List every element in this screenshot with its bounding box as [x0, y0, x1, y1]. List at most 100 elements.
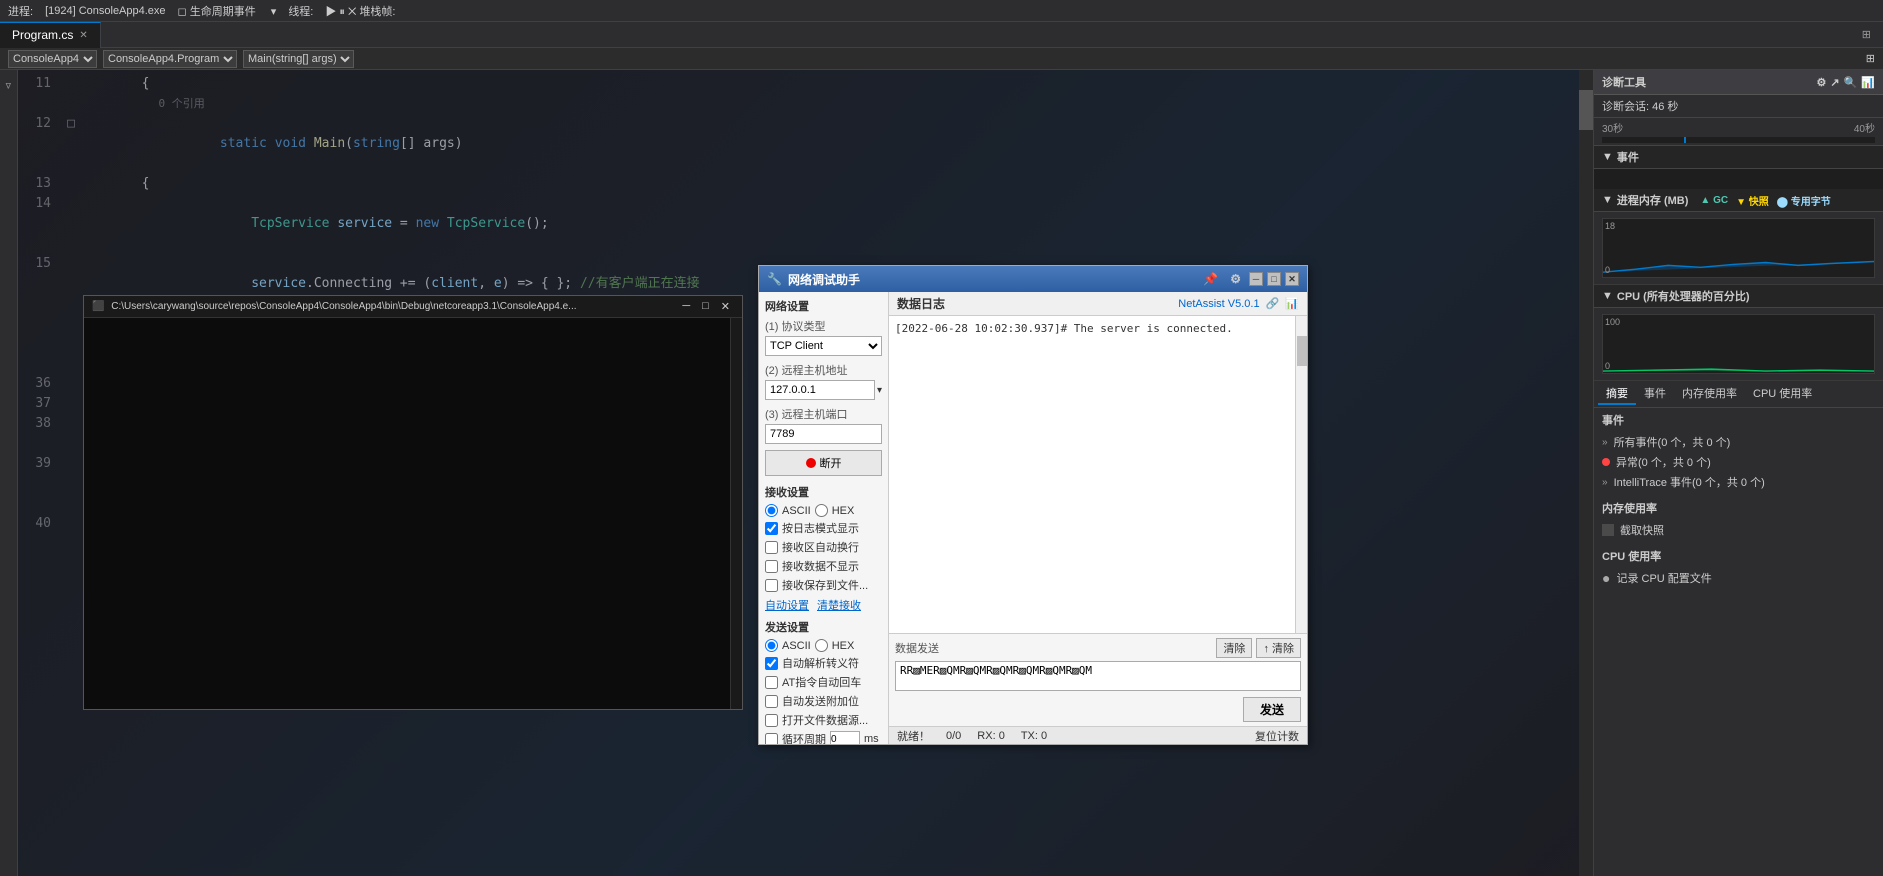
- diag-title: 诊断工具: [1602, 74, 1646, 90]
- na-settings-panel: 网络设置 (1) 协议类型 TCP Client (2) 远程主机地址 ▾ (3…: [759, 292, 889, 744]
- na-log-scrollbar[interactable]: [1295, 316, 1307, 633]
- memory-chart: 18 0: [1602, 218, 1875, 278]
- na-clear-btn2[interactable]: ↑ 清除: [1256, 638, 1301, 658]
- diag-tab-events[interactable]: 事件: [1636, 383, 1674, 405]
- events-section-title: 事件: [1602, 412, 1875, 428]
- na-auto-add-check[interactable]: [765, 695, 778, 708]
- na-auto-scroll-check[interactable]: [765, 541, 778, 554]
- na-connect-btn[interactable]: 断开: [765, 450, 882, 476]
- scroll-nav-icon[interactable]: ⊞: [1862, 28, 1871, 41]
- memory-chart-section: 18 0: [1594, 212, 1883, 285]
- scrollbar-thumb[interactable]: [1579, 90, 1593, 130]
- snapshot-label: ▼ 快照: [1736, 193, 1769, 208]
- console-minimize-btn[interactable]: ─: [678, 300, 694, 313]
- na-network-settings-title: 网络设置: [765, 298, 882, 314]
- na-send-hex-radio[interactable]: [815, 639, 828, 652]
- tab-bar: Program.cs ✕ ⊞: [0, 22, 1883, 48]
- na-clear-btn[interactable]: 清除: [1216, 638, 1252, 658]
- diag-session: 诊断会话: 46 秒: [1594, 95, 1883, 118]
- cpu-summary-section: CPU 使用率 ● 记录 CPU 配置文件: [1594, 544, 1883, 592]
- diag-search-icon[interactable]: 🔍: [1844, 76, 1858, 89]
- diagnostics-panel: 诊断工具 ⚙ ↗ 🔍 📊 诊断会话: 46 秒 30秒 40秒 ▼ 事件: [1593, 70, 1883, 876]
- events-chevron-icon: ▼: [1602, 151, 1613, 163]
- netassist-icon: 🔧: [767, 272, 782, 286]
- diag-chart-icon[interactable]: 📊: [1861, 76, 1875, 89]
- na-no-display-check[interactable]: [765, 560, 778, 573]
- console-scrollbar[interactable]: [730, 318, 742, 709]
- na-send-section: 发送设置 ASCII HEX 自动解析转义符: [765, 619, 882, 744]
- na-tx-label: TX: 0: [1021, 730, 1047, 742]
- diag-nav-icon[interactable]: ↗: [1830, 76, 1839, 89]
- na-save-recv-check[interactable]: [765, 579, 778, 592]
- cpu-chart: 100 0: [1602, 314, 1875, 374]
- na-recv-hex-radio[interactable]: [815, 504, 828, 517]
- na-host-dropdown[interactable]: ▾: [877, 385, 882, 396]
- console-window: ⬛ C:\Users\carywang\source\repos\Console…: [83, 295, 743, 710]
- code-line-ref1: 0 个引用: [18, 94, 1593, 114]
- na-brand-icon1[interactable]: 🔗: [1266, 297, 1280, 310]
- na-connect-label: 断开: [820, 455, 842, 471]
- na-minimize-btn[interactable]: ─: [1249, 272, 1263, 286]
- na-icon-btn1[interactable]: 📌: [1199, 272, 1222, 286]
- na-reset-btn[interactable]: 复位计数: [1255, 728, 1299, 744]
- na-auto-escape-check[interactable]: [765, 657, 778, 670]
- cpu-section-header[interactable]: ▼ CPU (所有处理器的百分比): [1594, 285, 1883, 308]
- na-send-textarea[interactable]: RR▨MER▨QMR▨QMR▨QMR▨QMR▨QMR▨QM: [895, 661, 1301, 691]
- na-brand-link[interactable]: NetAssist V5.0.1: [1178, 298, 1259, 310]
- na-no-display-label: 接收数据不显示: [782, 558, 859, 574]
- na-loop-ms-input[interactable]: [830, 731, 860, 744]
- class-select[interactable]: ConsoleApp4.Program: [103, 50, 237, 68]
- events-chart-area: [1594, 169, 1883, 189]
- top-toolbar: 进程: [1924] ConsoleApp4.exe ◻ 生命周期事件 ▾ 线程…: [0, 0, 1883, 22]
- main-area: ⊳ 11 { 0 个引用 12 □ stati: [0, 70, 1883, 876]
- na-close-btn[interactable]: ✕: [1285, 272, 1299, 286]
- timeline-label2: 40秒: [1854, 120, 1875, 135]
- record-cpu-label: 记录 CPU 配置文件: [1616, 570, 1711, 586]
- diag-settings-icon[interactable]: ⚙: [1817, 76, 1827, 89]
- namespace-select[interactable]: ConsoleApp4: [8, 50, 97, 68]
- na-recv-ascii-radio[interactable]: [765, 504, 778, 517]
- na-log-title: 数据日志: [897, 295, 945, 312]
- na-open-file-row: 打开文件数据源...: [765, 712, 882, 728]
- memory-min-label: 0: [1605, 265, 1610, 275]
- na-icon-btn2[interactable]: ⚙: [1226, 272, 1245, 286]
- diag-tab-cpu[interactable]: CPU 使用率: [1745, 383, 1820, 405]
- na-recv-title: 接收设置: [765, 484, 882, 500]
- memory-usage-title: 内存使用率: [1602, 500, 1875, 516]
- events-section-header[interactable]: ▼ 事件: [1594, 146, 1883, 169]
- close-icon[interactable]: ✕: [79, 30, 87, 41]
- na-restore-btn[interactable]: □: [1267, 272, 1281, 286]
- netassist-window: 🔧 网络调试助手 📌 ⚙ ─ □ ✕ 网络设置 (1) 协议类型 T: [758, 265, 1308, 745]
- console-close-btn[interactable]: ✕: [717, 300, 734, 313]
- vertical-scrollbar[interactable]: [1579, 70, 1593, 876]
- left-gutter: ⊳: [0, 70, 18, 876]
- expand-icon[interactable]: ⊞: [1866, 52, 1875, 65]
- na-send-bottom: 发送: [895, 697, 1301, 722]
- na-recv-ascii-label: ASCII: [782, 505, 811, 517]
- method-select[interactable]: Main(string[] args): [243, 50, 354, 68]
- na-host-input[interactable]: [765, 380, 875, 400]
- na-port-input[interactable]: [765, 424, 882, 444]
- na-loop-check[interactable]: [765, 733, 778, 745]
- diag-tab-summary[interactable]: 摘要: [1598, 383, 1636, 405]
- na-host-label: (2) 远程主机地址: [765, 362, 882, 378]
- na-no-display-row: 接收数据不显示: [765, 558, 882, 574]
- na-log-mode-check[interactable]: [765, 522, 778, 535]
- na-send-ascii-radio[interactable]: [765, 639, 778, 652]
- na-clear-recv-link[interactable]: 清楚接收: [817, 597, 861, 613]
- console-restore-btn[interactable]: □: [698, 300, 713, 313]
- na-log-header: 数据日志 NetAssist V5.0.1 🔗 📊: [889, 292, 1307, 316]
- memory-section-header[interactable]: ▼ 进程内存 (MB) ▲ GC ▼ 快照 ⬤ 专用字节: [1594, 189, 1883, 212]
- timeline-labels: 30秒 40秒: [1602, 120, 1875, 135]
- diag-tab-memory[interactable]: 内存使用率: [1674, 383, 1745, 405]
- tab-program-cs[interactable]: Program.cs ✕: [0, 22, 101, 48]
- na-status-bar: 就绪！ 0/0 RX: 0 TX: 0 复位计数: [889, 726, 1307, 744]
- na-at-enter-check[interactable]: [765, 676, 778, 689]
- na-send-btn[interactable]: 发送: [1243, 697, 1301, 722]
- na-at-enter-row: AT指令自动回车: [765, 674, 882, 690]
- na-open-file-check[interactable]: [765, 714, 778, 727]
- na-auto-config-link[interactable]: 自动设置: [765, 597, 809, 613]
- na-brand-icon2[interactable]: 📊: [1285, 297, 1299, 310]
- na-protocol-select[interactable]: TCP Client: [765, 336, 882, 356]
- na-scroll-thumb[interactable]: [1297, 336, 1307, 366]
